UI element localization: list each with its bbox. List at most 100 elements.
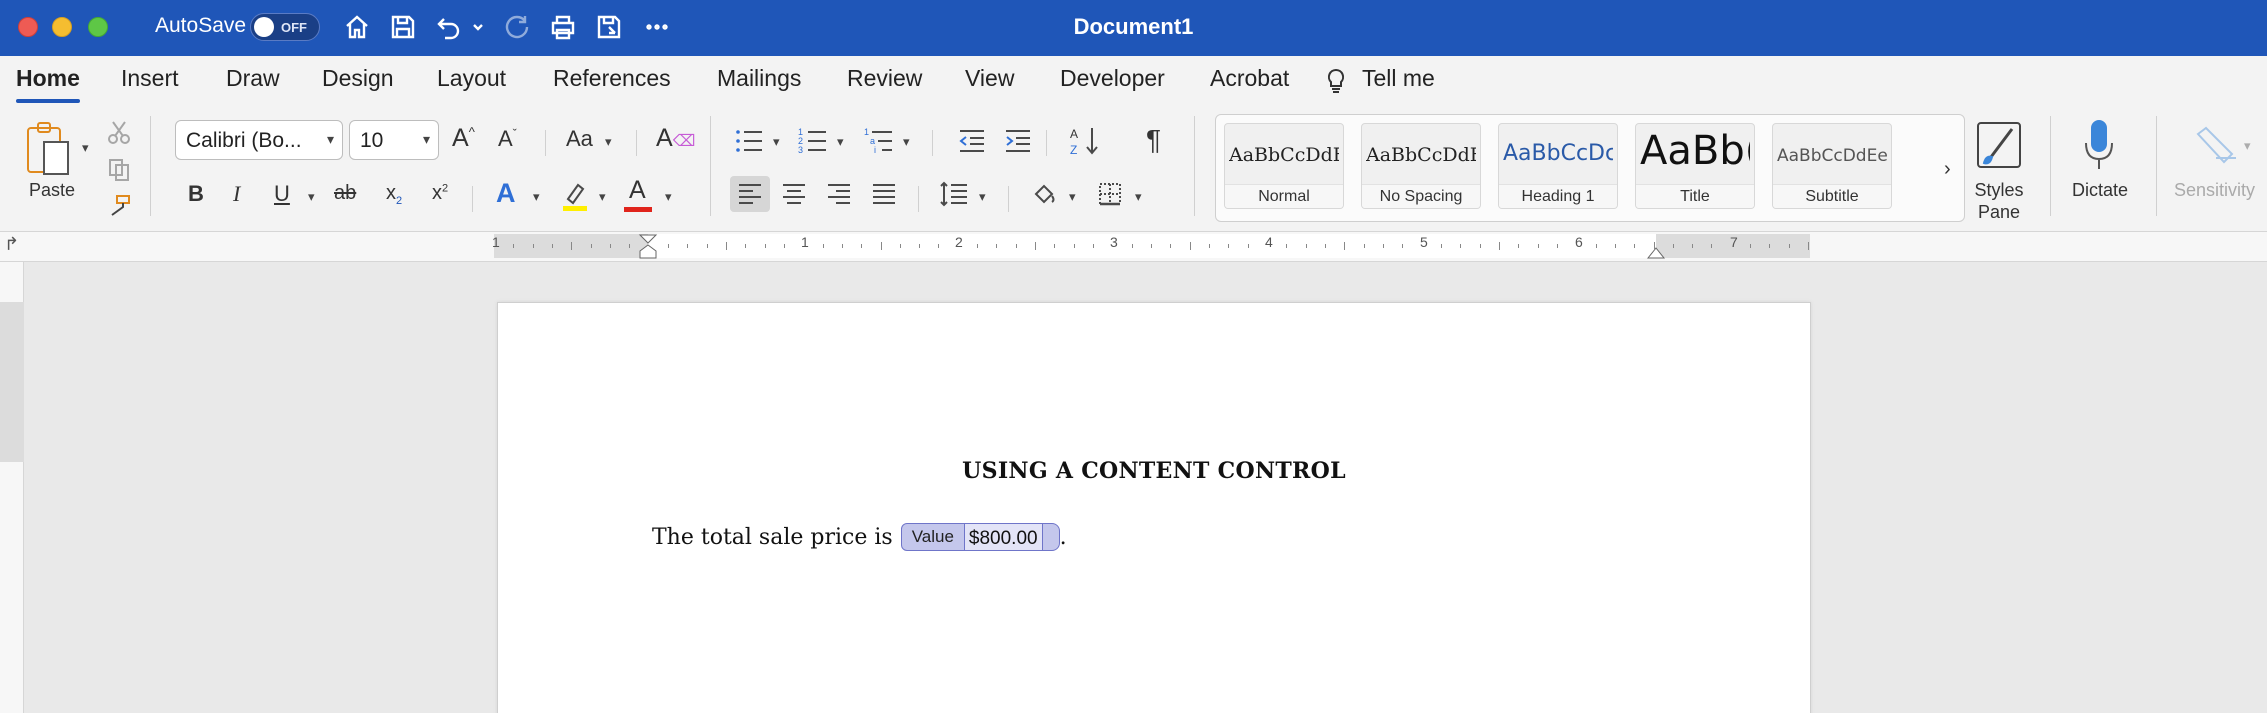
change-case-icon[interactable]: Aa bbox=[566, 126, 593, 152]
numbering-icon[interactable]: 123 bbox=[796, 124, 830, 158]
tab-layout[interactable]: Layout bbox=[437, 65, 506, 92]
ruler-tick bbox=[591, 244, 592, 248]
paste-dropdown-icon[interactable]: ▾ bbox=[82, 140, 89, 156]
increase-indent-icon[interactable] bbox=[1000, 124, 1034, 158]
ruler-tick bbox=[1615, 244, 1616, 248]
shading-icon[interactable] bbox=[1026, 176, 1062, 212]
styles-pane-icon[interactable] bbox=[1970, 114, 2028, 176]
right-indent-marker[interactable] bbox=[1646, 244, 1666, 260]
paste-label[interactable]: Paste bbox=[22, 180, 82, 201]
first-line-indent-marker[interactable] bbox=[638, 234, 658, 260]
shading-dropdown-icon[interactable]: ▾ bbox=[1069, 189, 1076, 205]
content-control-end-tag[interactable] bbox=[1041, 523, 1060, 551]
italic-icon[interactable]: I bbox=[233, 181, 240, 207]
sort-icon[interactable]: AZ bbox=[1066, 122, 1104, 160]
text-effects-dropdown-icon[interactable]: ▾ bbox=[533, 189, 540, 205]
style-heading-1[interactable]: AaBbCcDc Heading 1 bbox=[1498, 123, 1618, 209]
grow-font-icon[interactable]: A^ bbox=[452, 124, 475, 153]
content-control[interactable]: Value $800.00 bbox=[900, 523, 1060, 551]
style-title[interactable]: AaBb( Title bbox=[1635, 123, 1755, 209]
copy-icon[interactable] bbox=[104, 156, 134, 184]
content-control-value[interactable]: $800.00 bbox=[964, 523, 1042, 551]
tell-me-search[interactable]: Tell me bbox=[1362, 65, 1435, 92]
align-center-icon[interactable] bbox=[776, 176, 812, 212]
bold-icon[interactable]: B bbox=[188, 181, 204, 207]
lightbulb-icon[interactable] bbox=[1325, 68, 1347, 100]
sensitivity-dropdown-icon[interactable]: ▾ bbox=[2244, 138, 2251, 154]
tab-insert[interactable]: Insert bbox=[121, 65, 179, 92]
line-spacing-dropdown-icon[interactable]: ▾ bbox=[979, 189, 986, 205]
bullets-icon[interactable] bbox=[732, 124, 766, 158]
shrink-font-icon[interactable]: Aˇ bbox=[498, 126, 517, 152]
vertical-ruler[interactable] bbox=[0, 262, 24, 713]
superscript-icon[interactable]: x2 bbox=[432, 182, 448, 205]
align-left-icon[interactable] bbox=[730, 176, 770, 212]
multilevel-list-icon[interactable]: 1ai bbox=[862, 124, 896, 158]
dictate-label[interactable]: Dictate bbox=[2062, 180, 2138, 201]
tab-acrobat[interactable]: Acrobat bbox=[1210, 65, 1289, 92]
underline-dropdown-icon[interactable]: ▾ bbox=[308, 189, 315, 205]
ruler-tick bbox=[1402, 244, 1403, 248]
font-color-dropdown-icon[interactable]: ▾ bbox=[665, 189, 672, 205]
justify-icon[interactable] bbox=[866, 176, 902, 212]
document-workspace: USING A CONTENT CONTROL The total sale p… bbox=[0, 262, 2267, 713]
tab-developer[interactable]: Developer bbox=[1060, 65, 1165, 92]
clear-formatting-icon[interactable]: A⌫ bbox=[656, 124, 695, 153]
font-name-select[interactable]: Calibri (Bo... ▾ bbox=[175, 120, 343, 160]
ruler-number: 1 bbox=[492, 234, 500, 250]
numbering-dropdown-icon[interactable]: ▾ bbox=[837, 134, 844, 150]
tab-design[interactable]: Design bbox=[322, 65, 394, 92]
change-case-dropdown-icon[interactable]: ▾ bbox=[605, 134, 612, 150]
strikethrough-icon[interactable]: ab bbox=[334, 182, 356, 205]
sensitivity-icon[interactable] bbox=[2190, 120, 2240, 170]
tab-references[interactable]: References bbox=[553, 65, 671, 92]
tab-review[interactable]: Review bbox=[847, 65, 922, 92]
style-preview: AaBbCcDc bbox=[1503, 141, 1613, 166]
multilevel-dropdown-icon[interactable]: ▾ bbox=[903, 134, 910, 150]
chevron-right-icon[interactable]: › bbox=[1944, 158, 1951, 181]
ruler-tick bbox=[1692, 244, 1693, 248]
underline-icon[interactable]: U bbox=[274, 181, 290, 207]
line-spacing-icon[interactable] bbox=[936, 176, 972, 212]
format-painter-icon[interactable] bbox=[104, 192, 134, 220]
tab-stop-selector-icon[interactable]: ↱ bbox=[4, 234, 19, 255]
svg-text:3: 3 bbox=[798, 145, 803, 155]
cut-icon[interactable] bbox=[104, 118, 134, 146]
subscript-icon[interactable]: x2 bbox=[386, 182, 402, 207]
highlight-dropdown-icon[interactable]: ▾ bbox=[599, 189, 606, 205]
ruler-tick bbox=[1596, 244, 1597, 248]
borders-icon[interactable] bbox=[1092, 176, 1128, 212]
show-formatting-marks-icon[interactable]: ¶ bbox=[1146, 124, 1161, 156]
style-subtitle[interactable]: AaBbCcDdEe Subtitle bbox=[1772, 123, 1892, 209]
ruler-tick bbox=[571, 242, 572, 250]
ruler-tick bbox=[1557, 244, 1558, 248]
tab-view[interactable]: View bbox=[965, 65, 1014, 92]
paragraph-text[interactable]: The total sale price is bbox=[652, 525, 893, 550]
microphone-icon[interactable] bbox=[2078, 116, 2120, 176]
document-page[interactable]: USING A CONTENT CONTROL The total sale p… bbox=[497, 302, 1811, 713]
text-effects-icon[interactable]: A bbox=[496, 178, 516, 209]
document-heading[interactable]: USING A CONTENT CONTROL bbox=[498, 458, 1810, 484]
borders-dropdown-icon[interactable]: ▾ bbox=[1135, 189, 1142, 205]
font-color-icon[interactable]: A bbox=[622, 176, 656, 214]
decrease-indent-icon[interactable] bbox=[954, 124, 988, 158]
bullets-dropdown-icon[interactable]: ▾ bbox=[773, 134, 780, 150]
horizontal-ruler[interactable]: 1 1 2 3 4 5 6 7 bbox=[492, 234, 1810, 260]
highlight-color-icon[interactable] bbox=[558, 178, 592, 214]
clipboard-icon[interactable] bbox=[20, 116, 80, 182]
tab-draw[interactable]: Draw bbox=[226, 65, 280, 92]
style-no-spacing[interactable]: AaBbCcDdEe No Spacing bbox=[1361, 123, 1481, 209]
styles-pane-label-line2[interactable]: Pane bbox=[1962, 202, 2036, 223]
document-paragraph[interactable]: The total sale price is Value $800.00 . bbox=[652, 523, 1067, 551]
tab-home[interactable]: Home bbox=[16, 65, 80, 92]
ruler-tick bbox=[1074, 244, 1075, 248]
font-size-select[interactable]: 10 ▾ bbox=[349, 120, 439, 160]
styles-pane-label-line1[interactable]: Styles bbox=[1962, 180, 2036, 201]
ruler-tick bbox=[707, 244, 708, 248]
tab-mailings[interactable]: Mailings bbox=[717, 65, 801, 92]
ruler-tick bbox=[1480, 244, 1481, 248]
sensitivity-label[interactable]: Sensitivity bbox=[2174, 180, 2267, 201]
style-normal[interactable]: AaBbCcDdEe Normal bbox=[1224, 123, 1344, 209]
align-right-icon[interactable] bbox=[821, 176, 857, 212]
content-control-tag[interactable]: Value bbox=[900, 523, 965, 551]
